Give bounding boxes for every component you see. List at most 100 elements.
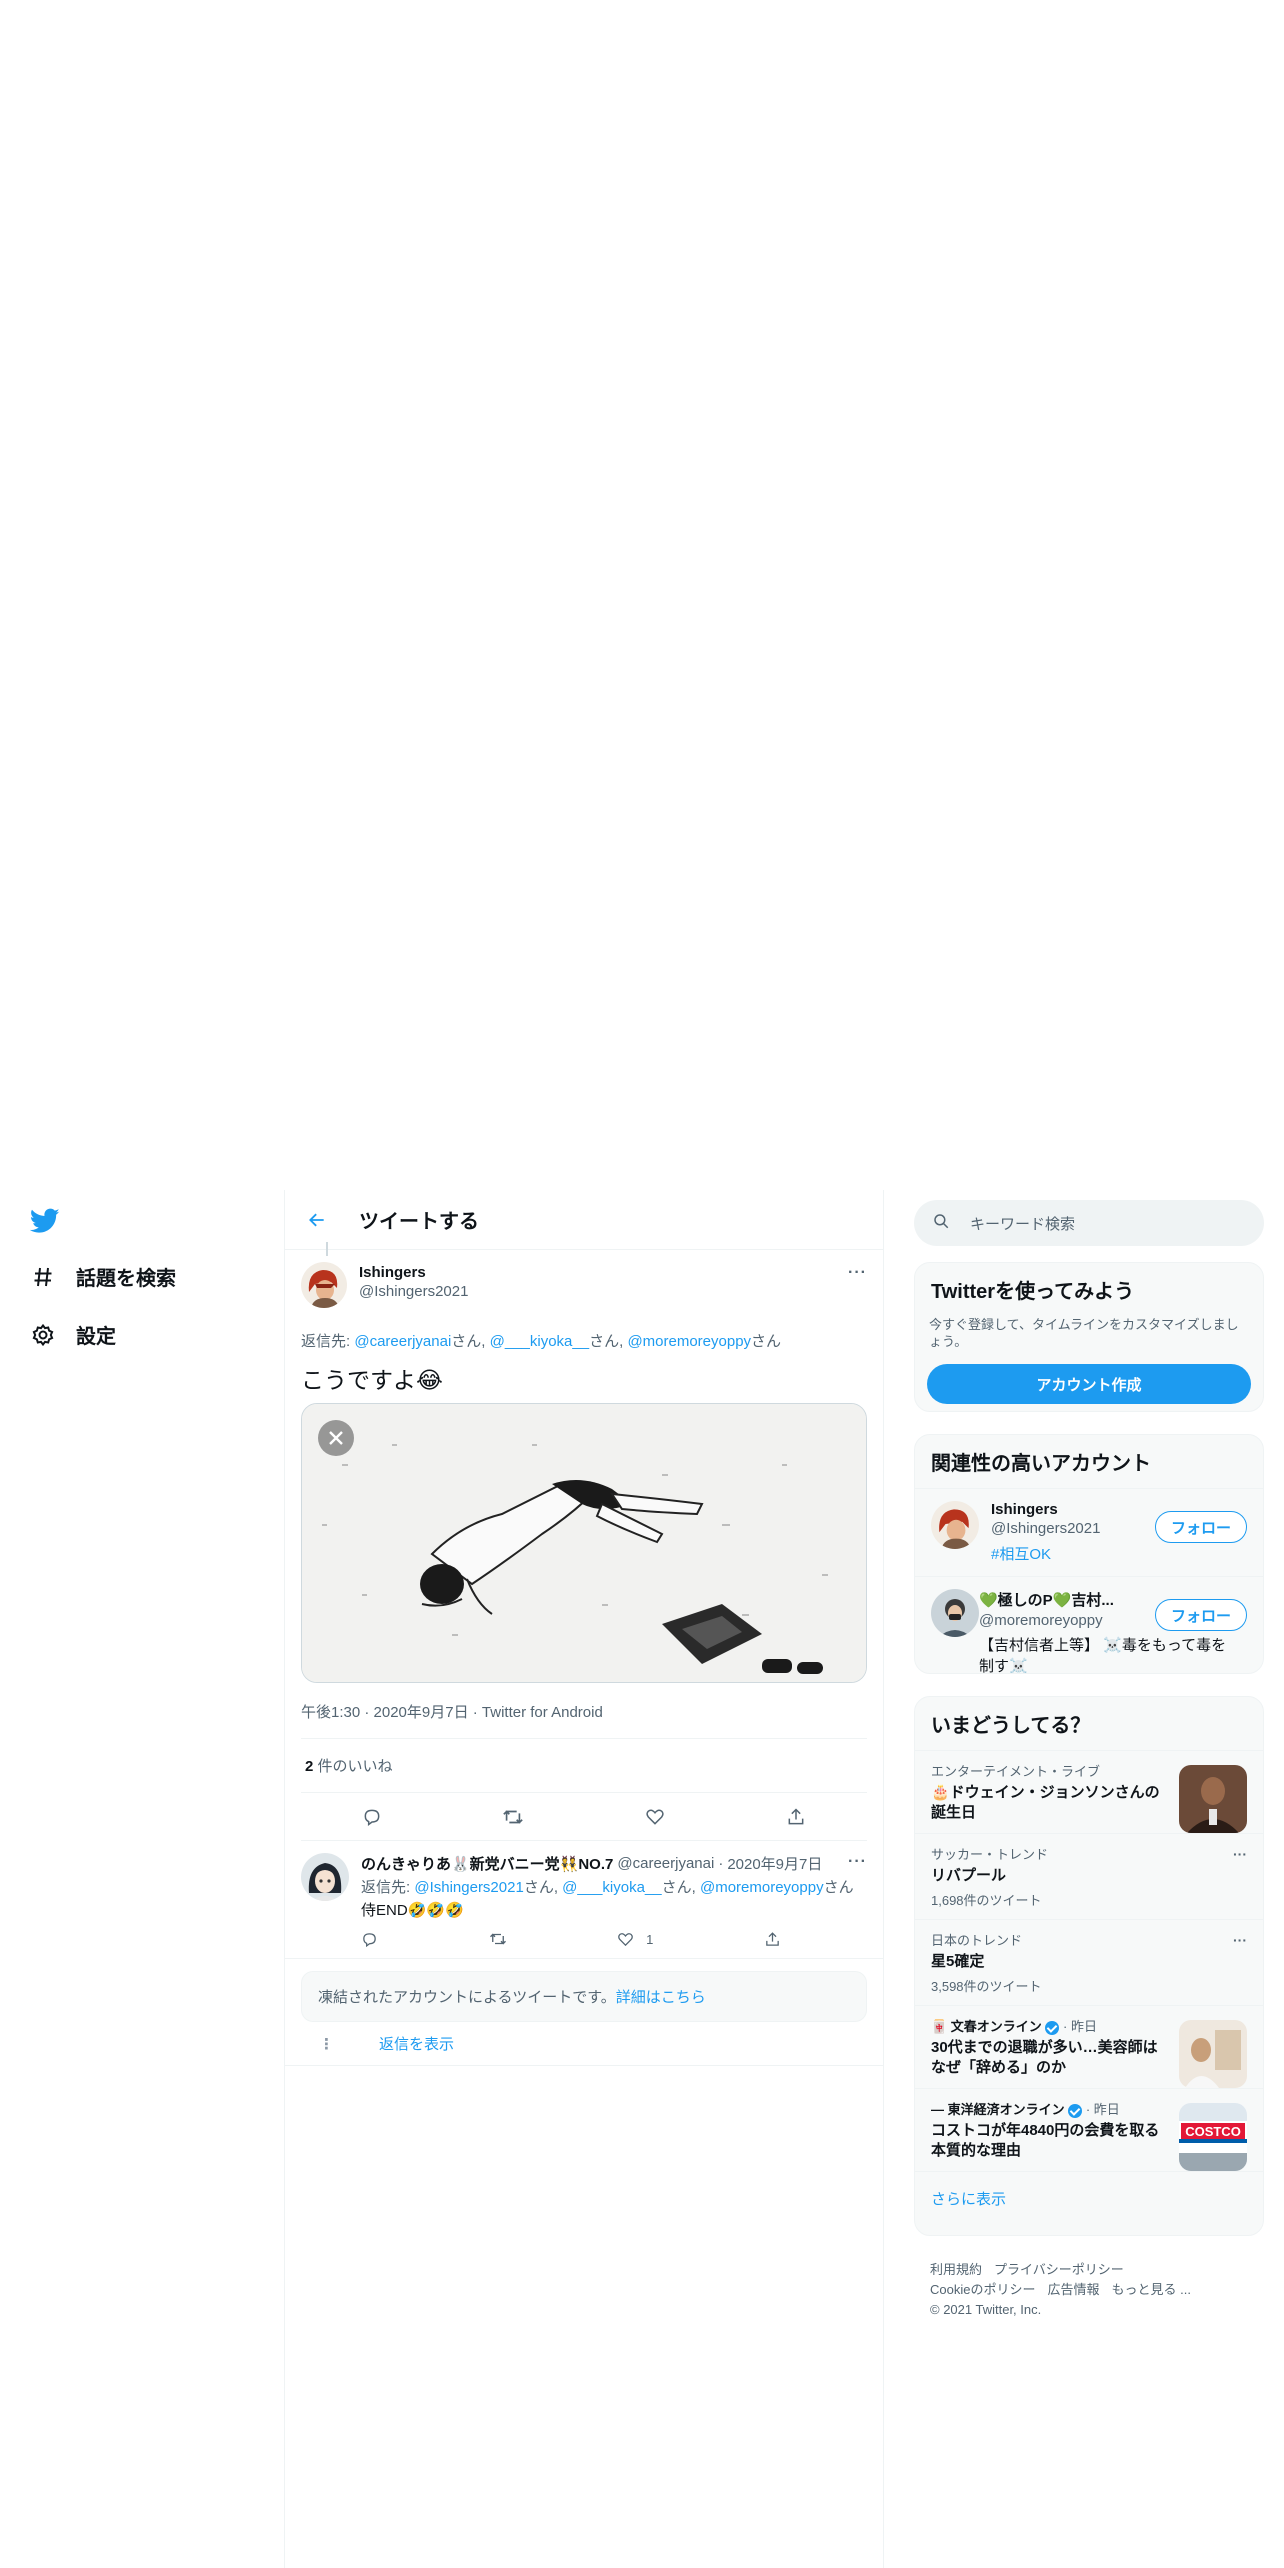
share-icon[interactable]	[764, 1930, 781, 1948]
avatar[interactable]	[931, 1589, 979, 1637]
search-box[interactable]: キーワード検索	[914, 1200, 1264, 1246]
related-accounts-title: 関連性の高いアカウント	[931, 1453, 1151, 1475]
account-name[interactable]: 💚極しのP💚吉村...	[979, 1589, 1119, 1610]
signup-card: Twitterを使ってみよう 今すぐ登録して、タイムラインをカスタマイズしましょ…	[914, 1262, 1264, 1412]
reply-header: のんきゃりあ🐰新党バニー党👯NO.7 @careerjyanai · 2020年…	[361, 1853, 867, 1874]
nav-explore[interactable]: 話題を検索	[30, 1262, 176, 1291]
show-replies-link[interactable]: 返信を表示	[379, 2033, 454, 2054]
reply-to-link[interactable]: @moremoreyoppy	[627, 1333, 751, 1350]
more-options-icon[interactable]: ···	[848, 1853, 867, 1871]
reply-to-prefix: 返信先:	[361, 1879, 415, 1896]
left-navigation: 話題を検索 設定	[0, 1190, 284, 2568]
more-options-icon[interactable]: ···	[1233, 1846, 1247, 1862]
source-name: — 東洋経済オンライン	[931, 2102, 1065, 2117]
reply-icon[interactable]	[357, 1802, 387, 1832]
related-account-item[interactable]: Ishingers @Ishingers2021 #相互OK フォロー	[915, 1488, 1263, 1576]
tweet-image[interactable]	[301, 1403, 867, 1683]
author-handle[interactable]: @Ishingers2021	[359, 1283, 468, 1300]
reply-author-handle[interactable]: @careerjyanai	[617, 1855, 714, 1872]
retweet-icon[interactable]	[489, 1930, 507, 1948]
costco-sign-text: COSTCO	[1185, 2124, 1241, 2139]
nav-settings-label: 設定	[76, 1326, 116, 1348]
reply-to-prefix: 返信先:	[301, 1333, 355, 1350]
avatar[interactable]	[301, 1853, 349, 1901]
main-tweet: Ishingers @Ishingers2021 ··· 返信先: @caree…	[285, 1242, 883, 1841]
reply-author-name[interactable]: のんきゃりあ🐰新党バニー党👯NO.7	[361, 1853, 613, 1874]
cookie-link[interactable]: Cookieのポリシー	[930, 2282, 1035, 2297]
ads-link[interactable]: 広告情報	[1047, 2282, 1099, 2297]
trends-card: いまどうしてる？ エンターテイメント・ライブ 🎂ドウェイン・ジョンソンさんの誕生…	[914, 1696, 1264, 2236]
learn-more-link[interactable]: 詳細はこちら	[616, 1989, 706, 2006]
share-icon[interactable]	[781, 1802, 811, 1832]
privacy-link[interactable]: プライバシーポリシー	[994, 2262, 1124, 2277]
trend-thumbnail: COSTCO	[1179, 2103, 1247, 2171]
trend-count: 3,598件のツイート	[931, 1979, 1042, 1994]
like-button[interactable]: 1	[617, 1930, 653, 1948]
more-options-icon[interactable]: ···	[1233, 1932, 1247, 1948]
trend-time: · 昨日	[1059, 2019, 1097, 2034]
follow-button[interactable]: フォロー	[1155, 1511, 1247, 1543]
separator: ·	[718, 1855, 724, 1872]
more-options-icon[interactable]: ···	[848, 1264, 867, 1282]
reply-date[interactable]: 2020年9月7日	[727, 1853, 822, 1874]
more-link[interactable]: もっと見る ...	[1111, 2282, 1190, 2297]
trend-item[interactable]: 日本のトレンド 星5確定 3,598件のツイート ···	[915, 1919, 1263, 2005]
reply-to-suffix: さん,	[661, 1879, 700, 1896]
trend-title: リバプール	[931, 1867, 1007, 1884]
close-icon[interactable]	[318, 1420, 354, 1456]
retweet-icon[interactable]	[498, 1802, 528, 1832]
show-more-link[interactable]: さらに表示	[915, 2171, 1263, 2225]
tweet-text: こうですよ😂	[301, 1367, 443, 1393]
reply-to-line: 返信先: @Ishingers2021さん, @___kiyoka__さん, @…	[361, 1876, 867, 1897]
source-name: 🀄 文春オンライン	[931, 2019, 1042, 2034]
tweet-meta: 午後1:30 · 2020年9月7日 · Twitter for Android	[301, 1701, 867, 1739]
related-account-item[interactable]: 💚極しのP💚吉村... @moremoreyoppy 【吉村信者上等】 ☠️毒を…	[915, 1576, 1263, 1674]
trend-time: · 昨日	[1082, 2102, 1120, 2117]
hashtag-icon	[30, 1264, 56, 1290]
reply-to-link[interactable]: @___kiyoka__	[490, 1333, 589, 1350]
trend-item[interactable]: — 東洋経済オンライン · 昨日 コストコが年4840円の会費を取る本質的な理由…	[915, 2088, 1263, 2171]
reply-tweet[interactable]: のんきゃりあ🐰新党バニー党👯NO.7 @careerjyanai · 2020年…	[285, 1841, 883, 1959]
nav-settings[interactable]: 設定	[30, 1320, 116, 1349]
twitter-bird-icon[interactable]	[29, 1208, 64, 1238]
account-name[interactable]: Ishingers	[991, 1501, 1151, 1518]
nav-explore-label: 話題を検索	[76, 1268, 176, 1290]
reply-to-link[interactable]: @Ishingers2021	[414, 1879, 523, 1896]
terms-link[interactable]: 利用規約	[930, 2262, 982, 2277]
trend-item[interactable]: サッカー・トレンド リバプール 1,698件のツイート ···	[915, 1833, 1263, 1919]
reply-text: 侍END🤣🤣🤣	[361, 1902, 464, 1919]
reply-to-suffix: さん,	[523, 1879, 563, 1896]
trend-title: コストコが年4840円の会費を取る本質的な理由	[931, 2122, 1160, 2159]
gear-icon	[30, 1322, 56, 1348]
account-bio: 【吉村信者上等】 ☠️毒をもって毒を制す☠️	[979, 1637, 1227, 1674]
search-input[interactable]: キーワード検索	[970, 1213, 1075, 1234]
follow-button[interactable]: フォロー	[1155, 1599, 1247, 1631]
like-icon[interactable]	[640, 1802, 670, 1832]
show-replies-row[interactable]: ⋮ 返信を表示	[285, 2022, 883, 2066]
tweet-actions	[301, 1793, 867, 1841]
reply-to-suffix: さん,	[589, 1333, 628, 1350]
trend-item[interactable]: エンターテイメント・ライブ 🎂ドウェイン・ジョンソンさんの誕生日	[915, 1750, 1263, 1833]
account-bio[interactable]: #相互OK	[991, 1543, 1151, 1564]
reply-to-suffix: さん	[751, 1333, 782, 1350]
trend-item[interactable]: 🀄 文春オンライン · 昨日 30代までの退職が多い…美容師はなぜ「辞める」のか	[915, 2005, 1263, 2088]
signup-description: 今すぐ登録して、タイムラインをカスタマイズしましょう。	[929, 1317, 1239, 1349]
likes-count[interactable]: 2 件のいいね	[301, 1739, 867, 1793]
author-name[interactable]: Ishingers	[359, 1264, 468, 1281]
create-account-button[interactable]: アカウント作成	[927, 1364, 1251, 1404]
manga-illustration	[302, 1404, 866, 1682]
signup-title: Twitterを使ってみよう	[931, 1281, 1135, 1303]
account-handle[interactable]: @Ishingers2021	[991, 1520, 1151, 1537]
reply-to-link[interactable]: @___kiyoka__	[562, 1879, 661, 1896]
trend-thumbnail	[1179, 2020, 1247, 2088]
trend-category: サッカー・トレンド	[931, 1847, 1049, 1862]
right-sidebar: キーワード検索 Twitterを使ってみよう 今すぐ登録して、タイムラインをカス…	[884, 1190, 1284, 2568]
reply-to-link[interactable]: @moremoreyoppy	[700, 1879, 824, 1896]
avatar[interactable]	[931, 1501, 979, 1549]
suspended-text: 凍結されたアカウントによるツイートです。	[318, 1989, 616, 2006]
back-arrow-icon[interactable]	[303, 1206, 331, 1234]
reply-icon[interactable]	[361, 1930, 378, 1948]
main-column: ツイートする Ishingers @Ishingers2021 ··· 返信先:…	[284, 1190, 884, 2568]
avatar[interactable]	[301, 1262, 347, 1308]
reply-to-link[interactable]: @careerjyanai	[354, 1333, 451, 1350]
